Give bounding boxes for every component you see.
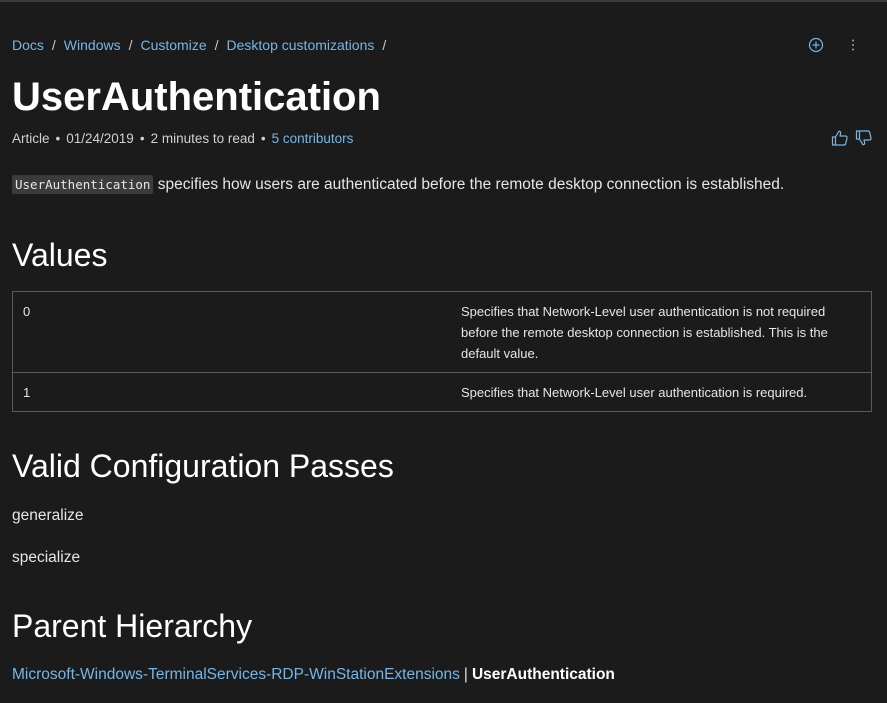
breadcrumb-separator: / — [382, 37, 387, 53]
parent-hierarchy: Microsoft-Windows-TerminalServices-RDP-W… — [12, 665, 615, 685]
circle-plus-icon — [808, 37, 824, 53]
valid-configuration-passes-heading: Valid Configuration Passes — [12, 448, 394, 484]
breadcrumb-windows[interactable]: Windows — [64, 37, 121, 53]
values-heading: Values — [12, 237, 108, 273]
contributors-link[interactable]: 5 contributors — [272, 131, 354, 147]
current-element: UserAuthentication — [471, 666, 615, 683]
breadcrumb-separator: / — [214, 37, 219, 53]
intro-text: specifies how users are authenticated be… — [153, 176, 785, 193]
breadcrumb-separator: / — [51, 37, 56, 53]
meta-separator-dot: • — [260, 131, 266, 146]
pass-item-specialize: specialize — [12, 549, 81, 566]
parent-link[interactable]: Microsoft-Windows-TerminalServices-RDP-W… — [12, 666, 460, 683]
hierarchy-separator: | — [463, 666, 468, 683]
inline-code: UserAuthentication — [12, 175, 154, 194]
description-cell: Specifies that Network-Level user authen… — [458, 372, 872, 412]
table-row: 0 Specifies that Network-Level user auth… — [12, 291, 872, 373]
pass-item-generalize: generalize — [12, 507, 84, 524]
article-metadata: Article • 01/24/2019 • 2 minutes to read… — [12, 131, 353, 147]
vertical-ellipsis-icon — [852, 39, 854, 51]
top-border — [0, 0, 887, 2]
read-time: 2 minutes to read — [150, 131, 255, 146]
article-date: 01/24/2019 — [66, 131, 134, 146]
description-cell: Specifies that Network-Level user authen… — [458, 291, 872, 373]
intro-paragraph: UserAuthentication specifies how users a… — [12, 174, 784, 196]
more-actions-button[interactable] — [844, 36, 862, 54]
page-title: UserAuthentication — [12, 75, 381, 119]
thumbs-up-icon — [831, 130, 848, 146]
breadcrumb-separator: / — [128, 37, 133, 53]
article-type: Article — [12, 131, 50, 146]
add-collection-button[interactable] — [807, 36, 825, 54]
parent-hierarchy-heading: Parent Hierarchy — [12, 608, 253, 644]
breadcrumb-customize[interactable]: Customize — [140, 37, 206, 53]
like-button[interactable] — [831, 129, 849, 147]
table-row: 1 Specifies that Network-Level user auth… — [12, 372, 872, 412]
values-table: 0 Specifies that Network-Level user auth… — [12, 291, 872, 412]
breadcrumb: Docs / Windows / Customize / Desktop cus… — [12, 37, 394, 53]
meta-separator-dot: • — [139, 131, 145, 146]
breadcrumb-desktop-customizations[interactable]: Desktop customizations — [227, 37, 375, 53]
meta-separator-dot: • — [55, 131, 61, 146]
dislike-button[interactable] — [855, 129, 873, 147]
value-cell: 1 — [12, 372, 458, 412]
breadcrumb-docs[interactable]: Docs — [12, 37, 44, 53]
thumbs-down-icon — [855, 130, 872, 146]
value-cell: 0 — [12, 291, 458, 373]
